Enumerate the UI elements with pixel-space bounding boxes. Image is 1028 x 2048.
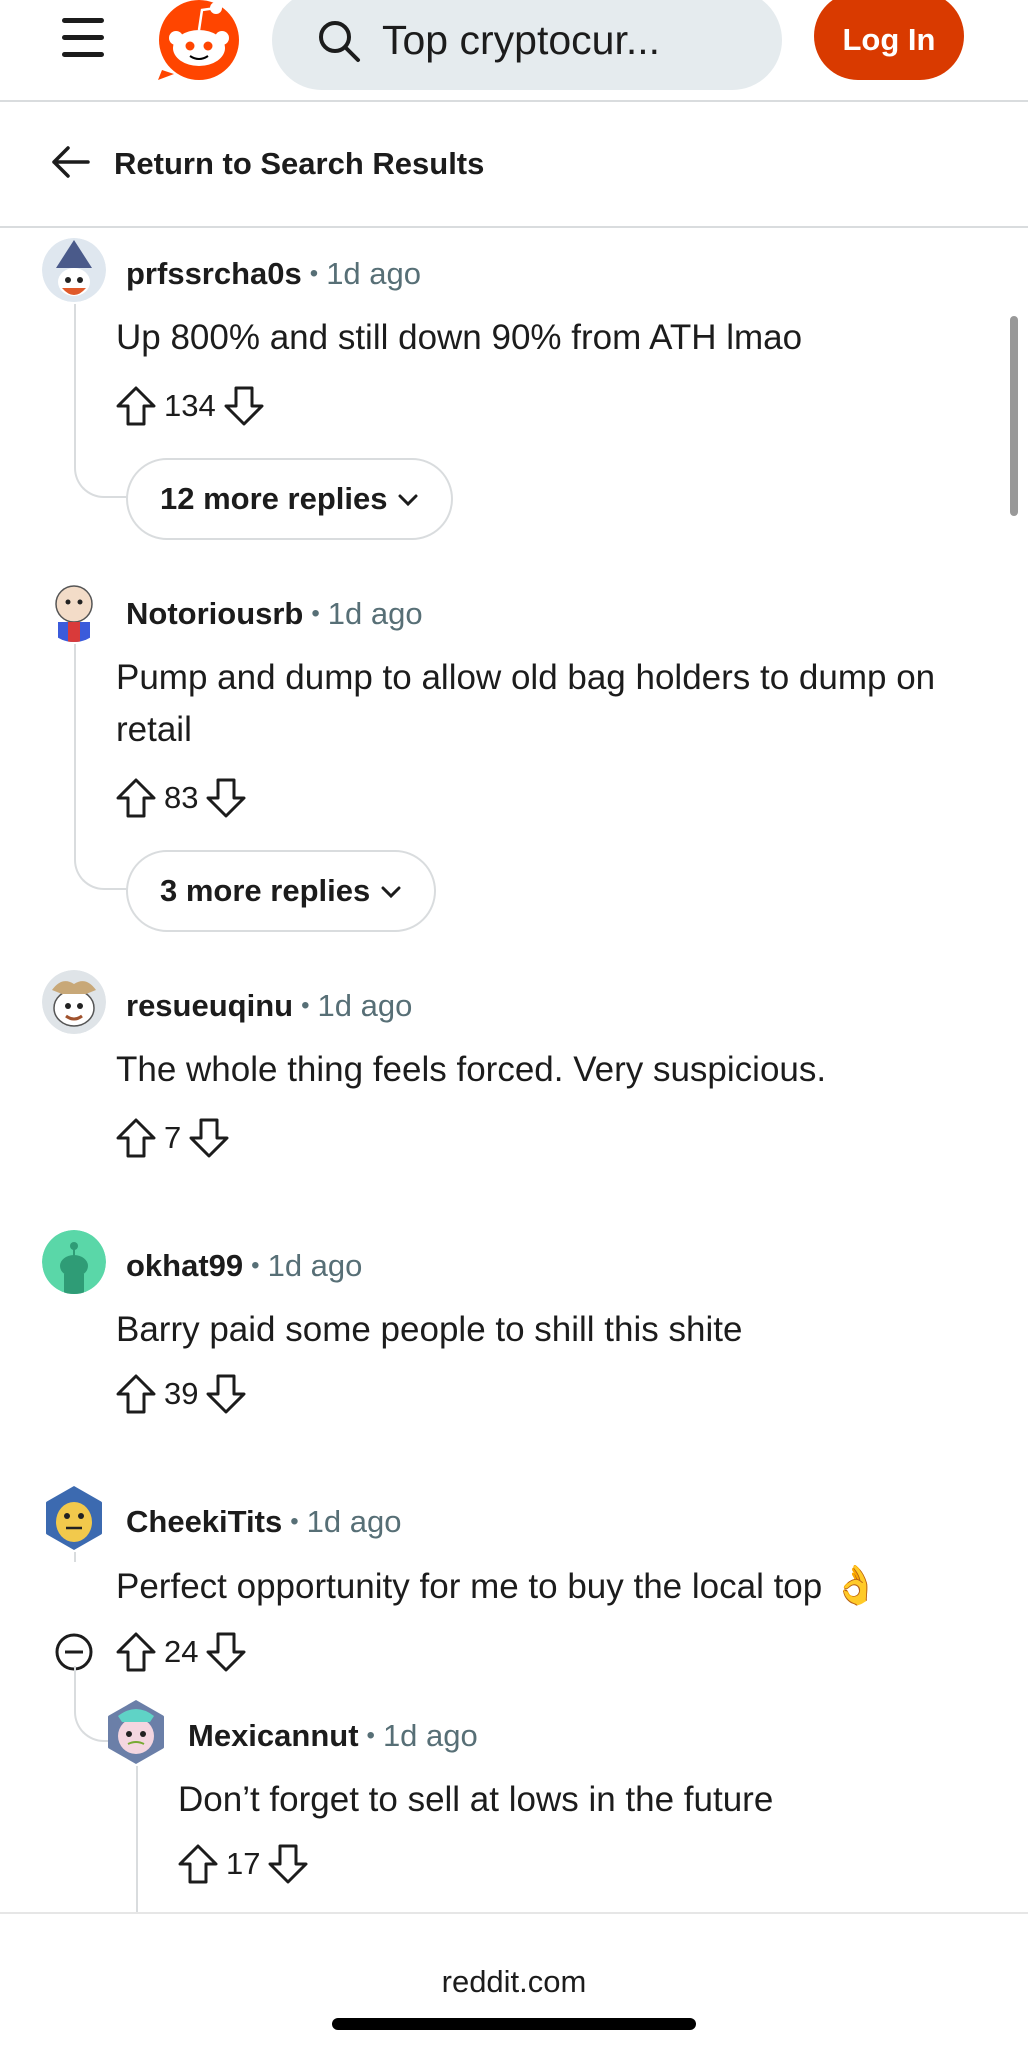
return-label: Return to Search Results [114,146,485,181]
comment-body: Perfect opportunity for me to buy the lo… [116,1560,996,1613]
comment-timestamp: 1d ago [306,1504,402,1539]
comment-timestamp: 1d ago [326,256,422,291]
vote-actions: 7 [114,1110,231,1166]
upvote-icon[interactable] [114,1372,158,1416]
comment-timestamp: 1d ago [382,1718,478,1753]
home-indicator[interactable] [332,2018,696,2030]
comment-text: Perfect opportunity for me to buy the lo… [116,1567,823,1606]
upvote-icon[interactable] [176,1842,220,1886]
downvote-icon[interactable] [266,1842,310,1886]
user-avatar[interactable] [42,578,106,642]
thread-line [136,1766,138,1912]
search-icon [319,21,360,62]
login-button[interactable]: Log In [814,0,964,80]
browser-address-bar: reddit.com [0,1912,1028,2048]
vote-score: 17 [226,1846,261,1881]
user-avatar[interactable] [42,238,106,302]
comment-body: Don’t forget to sell at lows in the futu… [178,1780,774,1819]
more-replies-label: 3 more replies [160,873,371,908]
thread-line [74,304,128,498]
vote-score: 7 [164,1120,182,1155]
downvote-icon[interactable] [204,1372,248,1416]
comment-timestamp: 1d ago [267,1248,363,1283]
comment-timestamp: 1d ago [317,988,413,1023]
scrollbar[interactable] [1010,316,1018,516]
comment-timestamp: 1d ago [327,596,423,631]
vote-actions: 83 [114,770,248,826]
ok-hand-emoji: 👌 [831,1565,880,1607]
vote-actions: 134 [114,378,266,434]
domain-label[interactable]: reddit.com [0,1964,1028,2000]
more-replies-button[interactable]: 12 more replies [126,458,454,540]
chevron-down-icon [398,494,418,507]
back-arrow-icon[interactable] [48,140,92,184]
vote-actions: 17 [176,1836,310,1892]
more-replies-button[interactable]: 3 more replies [126,850,437,932]
comment-body: Up 800% and still down 90% from ATH lmao [116,318,803,357]
vote-actions: 39 [114,1366,248,1422]
downvote-icon[interactable] [222,384,266,428]
user-avatar[interactable] [42,1486,106,1550]
comment-author[interactable]: Notoriousrb [126,596,303,631]
hamburger-menu-icon[interactable] [58,14,108,64]
search-query-text: Top cryptocur... [382,17,661,63]
return-to-search-results[interactable]: Return to Search Results [0,104,1028,228]
user-avatar[interactable] [104,1700,168,1764]
search-bar[interactable]: Top cryptocur... [272,0,782,90]
downvote-icon[interactable] [187,1116,231,1160]
more-replies-label: 12 more replies [160,481,388,516]
downvote-icon[interactable] [204,1630,248,1674]
reddit-logo-icon[interactable] [154,0,244,82]
user-avatar[interactable] [42,1230,106,1294]
vote-score: 134 [164,388,216,423]
comment-author[interactable]: CheekiTits [126,1504,282,1539]
upvote-icon[interactable] [114,1116,158,1160]
vote-score: 83 [164,780,199,815]
comment-body: Barry paid some people to shill this shi… [116,1310,743,1349]
comment-author[interactable]: prfssrcha0s [126,256,302,291]
vote-score: 24 [164,1634,199,1669]
thread-line [74,644,128,890]
vote-score: 39 [164,1376,199,1411]
comment-author[interactable]: okhat99 [126,1248,243,1283]
user-avatar[interactable] [42,970,106,1034]
top-navigation-bar: Top cryptocur... Log In [0,0,1028,102]
downvote-icon[interactable] [204,776,248,820]
thread-line [74,1552,76,1562]
comment-body: Pump and dump to allow old bag holders t… [116,658,936,749]
comment-body: The whole thing feels forced. Very suspi… [116,1050,827,1089]
comment-author[interactable]: Mexicannut [188,1718,359,1753]
chevron-down-icon [381,886,401,899]
comment-author[interactable]: resueuqinu [126,988,293,1023]
